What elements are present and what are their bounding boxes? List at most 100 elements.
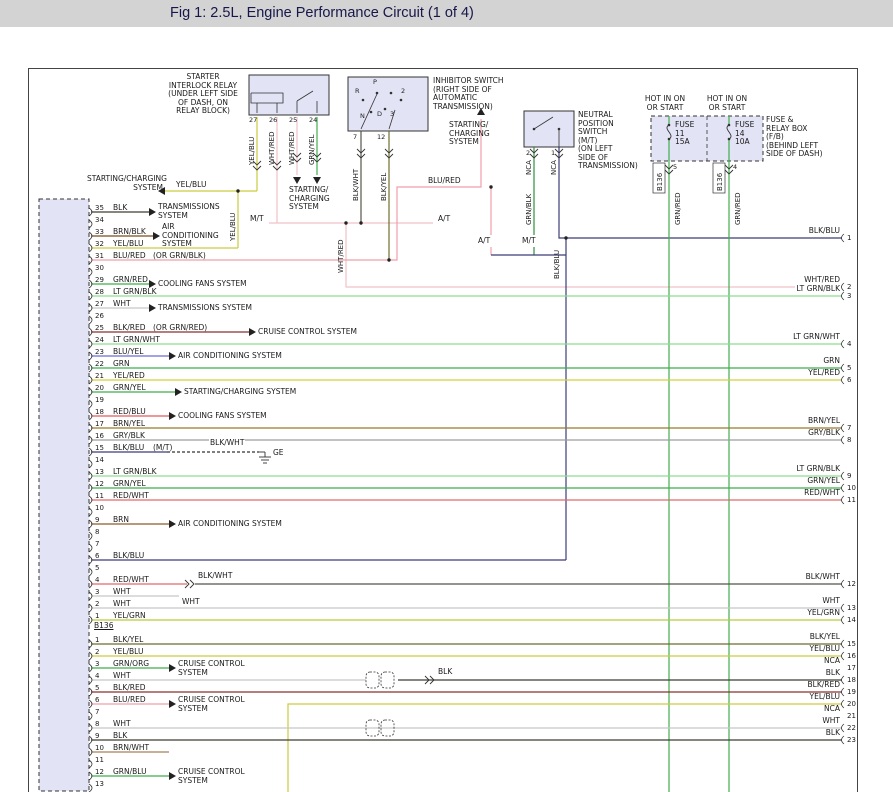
wire-label: BRN/YEL	[113, 420, 145, 429]
gear-position-letter: N	[360, 112, 365, 120]
right-pin-number: 15	[847, 640, 856, 649]
main-connector-block	[39, 199, 89, 791]
vertical-wire-label: NCA	[550, 160, 558, 175]
pin-bracket	[842, 292, 845, 300]
right-pin-number: 1	[847, 234, 851, 243]
pin-bracket	[842, 376, 845, 384]
wire-label: BLK/WHT	[197, 572, 233, 581]
junction-dot	[489, 185, 492, 188]
wire-label: BRN/BLK	[113, 228, 146, 237]
hot-in-on-label: HOT IN ONOR START	[701, 95, 753, 112]
wire-label: BLU/RED	[427, 177, 462, 186]
system-label: CRUISE CONTROLSYSTEM	[178, 768, 245, 785]
wire-label: BLU/RED	[113, 696, 146, 705]
component-pin-number: 26	[269, 116, 277, 125]
wire-label: GRY/BLK	[807, 429, 841, 438]
wire-label: B136	[93, 622, 114, 631]
left-pin-number: 11	[95, 492, 104, 501]
wire-label: A/T	[437, 215, 451, 224]
system-label: AIR CONDITIONING SYSTEM	[178, 352, 282, 361]
pin-bracket	[842, 616, 845, 624]
wire-label: LT GRN/BLK	[795, 465, 841, 474]
system-label: COOLING FANS SYSTEM	[178, 412, 267, 421]
left-pin-number: 1	[95, 612, 99, 621]
right-pin-number: 21	[847, 712, 856, 721]
left-pin-number: 9	[95, 732, 99, 741]
wire-label: YEL/RED	[807, 369, 841, 378]
left-pin-number: 3	[95, 588, 99, 597]
left-pin-number: 28	[95, 288, 104, 297]
pin-bracket	[842, 580, 845, 588]
left-pin-number: 20	[95, 384, 104, 393]
direction-arrow-icon	[313, 177, 321, 184]
left-pin-number: 8	[95, 720, 99, 729]
direction-arrow-icon	[249, 328, 256, 336]
left-pin-number: 25	[95, 324, 104, 333]
left-pin-number: 9	[95, 516, 99, 525]
left-pin-number: 2	[95, 600, 99, 609]
contact-dot	[370, 111, 373, 114]
direction-arrow-icon	[169, 700, 176, 708]
wire-label: BLK	[437, 668, 453, 677]
wire-label: RED/WHT	[803, 489, 841, 498]
wire-label: YEL/RED	[113, 372, 145, 381]
pin-bracket	[842, 604, 845, 612]
wire-label: BRN	[113, 516, 129, 525]
contact-dot	[384, 108, 387, 111]
wire-label: YEL/BLU	[809, 693, 841, 702]
vertical-wire-label: YEL/BLU	[248, 137, 256, 166]
vertical-wire-label: NCA	[525, 160, 533, 175]
vertical-wire-label: GRN/RED	[734, 192, 742, 225]
page: Fig 1: 2.5L, Engine Performance Circuit …	[0, 0, 893, 792]
vertical-wire-label: BLK/WHT	[352, 168, 360, 201]
wire-label: NCA	[823, 657, 841, 666]
right-pin-number: 5	[847, 364, 851, 373]
hot-in-on-label: HOT IN ONOR START	[639, 95, 691, 112]
wire-label: GRN/ORG	[113, 660, 149, 669]
left-pin-number: 13	[95, 468, 104, 477]
left-pin-number: 4	[95, 672, 99, 681]
wire-label: GRY/BLK	[113, 432, 145, 441]
chevron-connector-icon	[190, 580, 194, 588]
component-pin-number: 2	[526, 149, 530, 158]
pin-bracket	[842, 424, 845, 432]
wire-label: WHT	[113, 600, 131, 609]
gear-position-letter: P	[373, 78, 377, 86]
wire-label: BLK/BLU	[808, 227, 841, 236]
left-pin-number: 11	[95, 756, 104, 765]
left-pin-number: 3	[95, 660, 99, 669]
wire-label: GRN	[822, 357, 841, 366]
wire-label: BLU/YEL	[113, 348, 143, 357]
left-pin-number: 32	[95, 240, 104, 249]
pin-bracket	[842, 640, 845, 648]
component-pin-number: 5	[673, 163, 677, 172]
pin-bracket	[842, 688, 845, 696]
wire-label: BLK/YEL	[809, 633, 841, 642]
system-label: TRANSMISSIONSSYSTEM	[158, 203, 220, 220]
vertical-wire-label: WHT/RED	[288, 132, 296, 166]
gear-position-letter: 3	[390, 110, 394, 118]
left-pin-number: 13	[95, 780, 104, 789]
vertical-wire-label: B136	[656, 172, 664, 191]
wire-label: M/T	[521, 237, 537, 246]
left-pin-number: 34	[95, 216, 104, 225]
wire-label: BLK/YEL	[113, 636, 143, 645]
gear-position-letter: 2	[401, 87, 405, 95]
right-pin-number: 13	[847, 604, 856, 613]
left-pin-number: 27	[95, 300, 104, 309]
ground-label: GE	[273, 449, 284, 458]
direction-arrow-icon	[169, 352, 176, 360]
left-pin-number: 10	[95, 744, 104, 753]
left-pin-number: 31	[95, 252, 104, 261]
left-pin-number: 30	[95, 264, 104, 273]
wire-label: WHT	[113, 720, 131, 729]
left-pin-number: 7	[95, 540, 99, 549]
direction-arrow-icon	[169, 412, 176, 420]
contact-dot	[376, 92, 379, 95]
wire-label: BLK	[825, 669, 841, 678]
system-label: COOLING FANS SYSTEM	[158, 280, 247, 289]
direction-arrow-icon	[149, 208, 156, 216]
neutral-position-switch-title: NEUTRALPOSITIONSWITCH(M/T)(ON LEFTSIDE O…	[578, 111, 638, 171]
system-label: CRUISE CONTROLSYSTEM	[178, 660, 245, 677]
system-label: STARTING/CHARGING SYSTEM	[184, 388, 296, 397]
